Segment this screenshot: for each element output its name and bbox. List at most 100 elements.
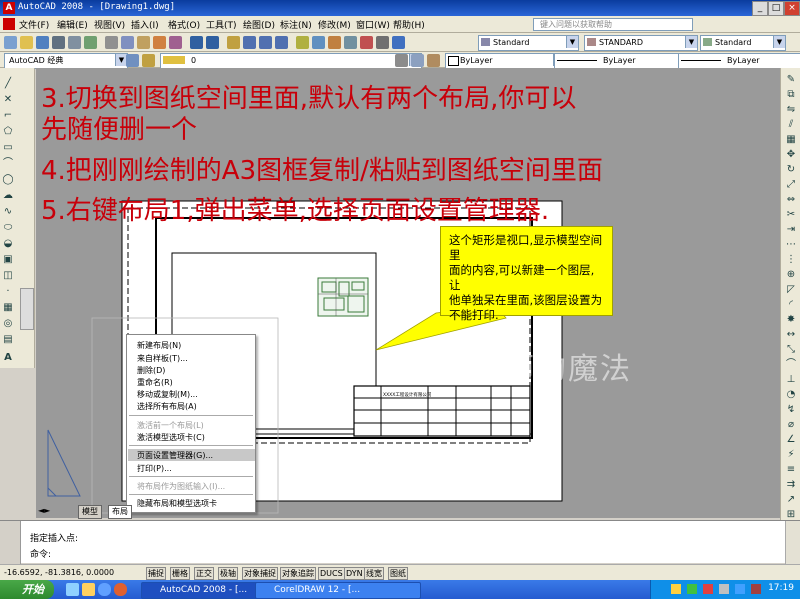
dim-ordinate-icon[interactable]: ⊥ bbox=[785, 374, 797, 385]
menu-item-hide-tabs[interactable]: 隐藏布局和模型选项卡 bbox=[137, 498, 217, 509]
tolerance-icon[interactable]: ⊞ bbox=[785, 509, 797, 520]
maximize-button[interactable]: □ bbox=[768, 1, 784, 16]
dim-radius-icon[interactable]: ◔ bbox=[785, 389, 797, 400]
publish-icon[interactable] bbox=[84, 36, 97, 49]
status-polar-button[interactable]: 极轴 bbox=[218, 567, 238, 580]
status-dyn-button[interactable]: DYN bbox=[344, 567, 365, 580]
status-grid-button[interactable]: 栅格 bbox=[170, 567, 190, 580]
sheet-set-icon[interactable] bbox=[344, 36, 357, 49]
menu-insert[interactable]: 插入(I) bbox=[131, 18, 159, 31]
layer-match-icon[interactable] bbox=[427, 54, 440, 67]
zoom-window-icon[interactable] bbox=[259, 36, 272, 49]
make-current-layer-icon[interactable] bbox=[395, 54, 408, 67]
quick-dim-icon[interactable]: ⚡ bbox=[785, 449, 797, 460]
menu-window[interactable]: 窗口(W) bbox=[356, 18, 390, 31]
volume-icon[interactable] bbox=[719, 584, 729, 594]
copy-object-icon[interactable]: ⧉ bbox=[785, 89, 797, 100]
table-style-select[interactable]: Standard ▼ bbox=[700, 35, 786, 51]
menu-item-move-copy[interactable]: 移动或复制(M)... bbox=[137, 389, 198, 400]
tray-icon[interactable] bbox=[687, 584, 697, 594]
trim-icon[interactable]: ✂ bbox=[785, 209, 797, 220]
lineweight-select[interactable]: ByLayer ▼ bbox=[678, 53, 800, 69]
dim-style-select[interactable]: STANDARD ▼ bbox=[584, 35, 698, 51]
properties-icon[interactable] bbox=[296, 36, 309, 49]
minimize-button[interactable]: _ bbox=[752, 1, 768, 16]
block-editor-icon[interactable] bbox=[169, 36, 182, 49]
network-icon[interactable] bbox=[735, 584, 745, 594]
table-icon[interactable]: ▤ bbox=[2, 334, 14, 345]
menu-file[interactable]: 文件(F) bbox=[19, 18, 49, 31]
menu-format[interactable]: 格式(O) bbox=[168, 18, 200, 31]
tab-scroll-arrows[interactable]: ◄► bbox=[38, 506, 50, 515]
help-search-input[interactable]: 键入问题以获取帮助 bbox=[533, 18, 693, 31]
hatch-icon[interactable]: ▦ bbox=[2, 302, 14, 313]
rectangle-icon[interactable]: ▭ bbox=[2, 142, 14, 153]
markup-icon[interactable] bbox=[360, 36, 373, 49]
ie-icon[interactable] bbox=[98, 583, 111, 596]
polygon-icon[interactable]: ⬠ bbox=[2, 126, 14, 137]
menu-item-delete[interactable]: 删除(D) bbox=[137, 365, 165, 376]
layer-select[interactable]: 0 ▼ bbox=[160, 53, 422, 69]
zoom-realtime-icon[interactable] bbox=[243, 36, 256, 49]
region-icon[interactable]: ◎ bbox=[2, 318, 14, 329]
move-icon[interactable]: ✥ bbox=[785, 149, 797, 160]
start-button[interactable]: 开始 bbox=[0, 580, 54, 599]
menu-item-activate-model[interactable]: 激活模型选项卡(C) bbox=[137, 432, 205, 443]
plot-icon[interactable] bbox=[52, 36, 65, 49]
menu-edit[interactable]: 编辑(E) bbox=[57, 18, 88, 31]
calculator-icon[interactable] bbox=[376, 36, 389, 49]
break-icon[interactable]: ⋮ bbox=[785, 254, 797, 265]
multiline-text-icon[interactable]: A bbox=[2, 352, 14, 363]
media-player-icon[interactable] bbox=[114, 583, 127, 596]
match-properties-icon[interactable] bbox=[153, 36, 166, 49]
menu-item-activate-previous[interactable]: 激活前一个布局(L) bbox=[137, 420, 204, 431]
menu-item-rename[interactable]: 重命名(R) bbox=[137, 377, 173, 388]
dim-jogged-icon[interactable]: ↯ bbox=[785, 404, 797, 415]
close-button[interactable]: × bbox=[784, 1, 800, 16]
join-icon[interactable]: ⊕ bbox=[785, 269, 797, 280]
spline-icon[interactable]: ∿ bbox=[2, 206, 14, 217]
tab-model[interactable]: 模型 bbox=[78, 505, 102, 519]
explorer-icon[interactable] bbox=[82, 583, 95, 596]
ellipse-icon[interactable]: ⬭ bbox=[2, 222, 14, 233]
undo-icon[interactable] bbox=[190, 36, 203, 49]
plot-preview-icon[interactable] bbox=[68, 36, 81, 49]
rotate-icon[interactable]: ↻ bbox=[785, 164, 797, 175]
revision-cloud-icon[interactable]: ☁ bbox=[2, 190, 14, 201]
erase-icon[interactable]: ✎ bbox=[785, 74, 797, 85]
chamfer-icon[interactable]: ◸ bbox=[785, 284, 797, 295]
continue-icon[interactable]: ⇉ bbox=[785, 479, 797, 490]
ellipse-arc-icon[interactable]: ◒ bbox=[2, 238, 14, 249]
menu-item-export-layout[interactable]: 将布局作为图纸输入(I)... bbox=[137, 481, 225, 492]
dim-linear-icon[interactable]: ↔ bbox=[785, 329, 797, 340]
zoom-previous-icon[interactable] bbox=[275, 36, 288, 49]
dim-diameter-icon[interactable]: ⌀ bbox=[785, 419, 797, 430]
scale-icon[interactable]: ⤢ bbox=[785, 179, 797, 190]
open-file-icon[interactable] bbox=[20, 36, 33, 49]
circle-icon[interactable]: ◯ bbox=[2, 174, 14, 185]
menu-item-select-all-layouts[interactable]: 选择所有布局(A) bbox=[137, 401, 197, 412]
status-paper-button[interactable]: 图纸 bbox=[388, 567, 408, 580]
status-otrack-button[interactable]: 对象追踪 bbox=[280, 567, 316, 580]
menu-item-page-setup-manager[interactable]: 页面设置管理器(G)... bbox=[137, 450, 213, 461]
leader-icon[interactable]: ↗ bbox=[785, 494, 797, 505]
command-scrollbar[interactable] bbox=[785, 521, 800, 564]
layer-manager-icon[interactable] bbox=[142, 54, 155, 67]
menu-modify[interactable]: 修改(M) bbox=[318, 18, 351, 31]
make-block-icon[interactable]: ◫ bbox=[2, 270, 14, 281]
menu-tools[interactable]: 工具(T) bbox=[206, 18, 237, 31]
text-style-select[interactable]: Standard ▼ bbox=[478, 35, 579, 51]
extend-icon[interactable]: ⇥ bbox=[785, 224, 797, 235]
document-icon[interactable] bbox=[3, 18, 15, 30]
line-icon[interactable]: ╱ bbox=[2, 78, 14, 89]
insert-block-icon[interactable]: ▣ bbox=[2, 254, 14, 265]
point-icon[interactable]: · bbox=[2, 286, 14, 297]
menu-view[interactable]: 视图(V) bbox=[94, 18, 125, 31]
stretch-icon[interactable]: ⇔ bbox=[785, 194, 797, 205]
menu-item-plot[interactable]: 打印(P)... bbox=[137, 463, 172, 474]
menu-help[interactable]: 帮助(H) bbox=[393, 18, 425, 31]
save-file-icon[interactable] bbox=[36, 36, 49, 49]
arc-icon[interactable]: ⌒ bbox=[2, 158, 14, 169]
dim-arc-icon[interactable]: ⌒ bbox=[785, 359, 797, 370]
baseline-icon[interactable]: ≡ bbox=[785, 464, 797, 475]
